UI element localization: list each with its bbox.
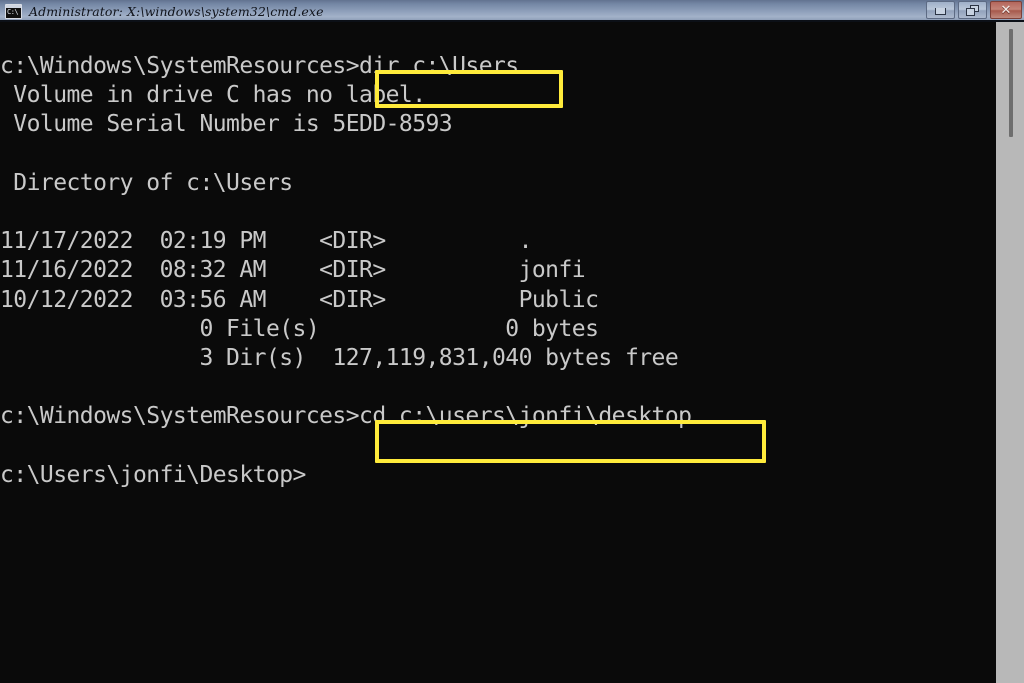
highlight-box-cd-command [375, 420, 766, 463]
minimize-icon [935, 8, 946, 15]
highlight-box-dir-command [375, 70, 563, 108]
window-controls: ✕ [926, 1, 1022, 19]
restore-button[interactable] [958, 1, 987, 19]
close-button[interactable]: ✕ [990, 1, 1022, 19]
scrollbar-thumb[interactable] [1009, 29, 1013, 137]
restore-icon-front [966, 7, 975, 16]
window-title: Administrator: X:\windows\system32\cmd.e… [29, 3, 324, 19]
cmd-window: C:\ Administrator: X:\windows\system32\c… [0, 0, 1024, 683]
cmd-console-icon: C:\ [5, 3, 22, 19]
vertical-scrollbar[interactable] [996, 22, 1024, 683]
icon-prompt-glyph: C:\ [7, 7, 19, 16]
minimize-button[interactable] [926, 1, 955, 19]
close-icon: ✕ [1000, 2, 1012, 18]
window-titlebar[interactable]: C:\ Administrator: X:\windows\system32\c… [0, 0, 1024, 22]
restore-icon [966, 4, 979, 16]
console-output-area[interactable]: c:\Windows\SystemResources>dir c:\Users … [0, 22, 996, 683]
